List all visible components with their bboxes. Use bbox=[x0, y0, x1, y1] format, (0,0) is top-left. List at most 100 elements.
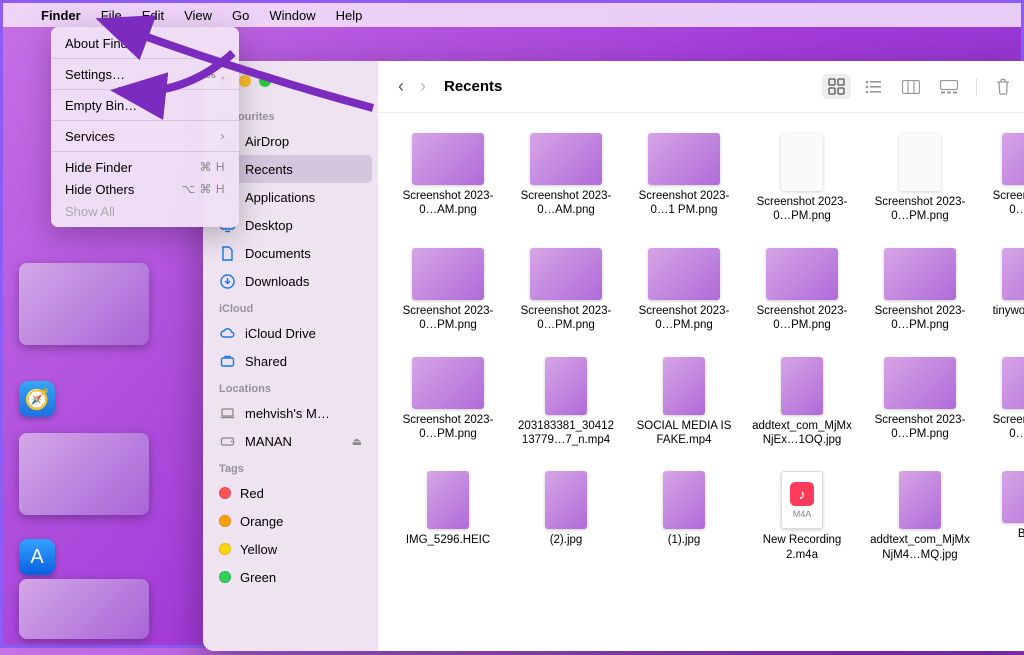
chevron-right-icon: › bbox=[221, 129, 226, 143]
file-item[interactable]: Blank… bbox=[988, 471, 1024, 562]
file-thumbnail bbox=[663, 471, 705, 529]
file-item[interactable]: Screenshot 2023-0…AM.png bbox=[516, 133, 616, 224]
file-thumbnail bbox=[899, 133, 941, 191]
file-item[interactable]: Screenshot 2023-0…PM.png bbox=[516, 248, 616, 333]
sidebar-head-icloud: iCloud bbox=[209, 295, 378, 319]
menu-services[interactable]: Services› bbox=[51, 125, 239, 147]
file-name: addtext_com_MjMxNjEx…1OQ.jpg bbox=[752, 419, 852, 448]
file-name: Screenshot 2023-0…AM.png bbox=[398, 189, 498, 218]
file-item[interactable]: ♪M4ANew Recording 2.m4a bbox=[752, 471, 852, 562]
file-name: (1).jpg bbox=[668, 533, 701, 547]
disk-icon bbox=[219, 433, 236, 450]
file-thumbnail bbox=[1002, 133, 1024, 185]
desktop-window-thumbs-3 bbox=[19, 579, 159, 655]
sidebar-item-label: Yellow bbox=[240, 542, 277, 557]
menu-hide-finder[interactable]: Hide Finder⌘ H bbox=[51, 156, 239, 178]
menu-help[interactable]: Help bbox=[326, 3, 373, 27]
file-thumbnail bbox=[545, 471, 587, 529]
menu-bar: Finder File Edit View Go Window Help bbox=[3, 3, 1021, 27]
file-item[interactable]: (1).jpg bbox=[634, 471, 734, 562]
sidebar-tag-yellow[interactable]: Yellow bbox=[209, 535, 372, 563]
sidebar-item-label: Desktop bbox=[245, 218, 293, 233]
file-item[interactable]: Screenshot 2023-0…PM.png bbox=[870, 357, 970, 448]
view-icons-button[interactable] bbox=[822, 74, 851, 99]
sidebar-item-mehvish-s-m-[interactable]: mehvish's M… bbox=[209, 399, 372, 427]
fullscreen-button[interactable] bbox=[259, 75, 271, 87]
file-name: addtext_com_MjMxNjM4…MQ.jpg bbox=[870, 533, 970, 562]
sidebar-item-label: Applications bbox=[245, 190, 315, 205]
view-columns-button[interactable] bbox=[896, 76, 926, 98]
sidebar-item-label: MANAN bbox=[245, 434, 292, 449]
file-name: Screenshot 2023-0…PM.png bbox=[398, 413, 498, 442]
menu-app-name[interactable]: Finder bbox=[31, 3, 91, 27]
file-name: Screenshot 2023-0…PM.png bbox=[870, 413, 970, 442]
view-list-button[interactable] bbox=[859, 76, 888, 98]
sidebar-item-downloads[interactable]: Downloads bbox=[209, 267, 372, 295]
file-item[interactable]: SOCIAL MEDIA IS FAKE.mp4 bbox=[634, 357, 734, 448]
menu-view[interactable]: View bbox=[174, 3, 222, 27]
file-item[interactable]: Screenshot 2023-0…PM.png bbox=[988, 357, 1024, 448]
file-item[interactable]: tinywow_94_31… bbox=[988, 248, 1024, 333]
menu-file[interactable]: File bbox=[91, 3, 132, 27]
menu-settings[interactable]: Settings…⌘ , bbox=[51, 63, 239, 85]
nav-back-button[interactable]: ‹ bbox=[394, 76, 408, 97]
dock-appstore-icon[interactable]: A bbox=[19, 539, 55, 575]
sidebar-tag-green[interactable]: Green bbox=[209, 563, 372, 591]
menu-hide-others[interactable]: Hide Others⌥ ⌘ H bbox=[51, 178, 239, 200]
file-thumbnail bbox=[648, 248, 720, 300]
sidebar-item-documents[interactable]: Documents bbox=[209, 239, 372, 267]
sidebar-tag-orange[interactable]: Orange bbox=[209, 507, 372, 535]
file-thumbnail bbox=[412, 133, 484, 185]
file-name: Screenshot 2023-0…PM.png bbox=[988, 413, 1024, 442]
sidebar-head-locations: Locations bbox=[209, 375, 378, 399]
file-item[interactable]: Screenshot 2023-0…PM.png bbox=[752, 133, 852, 224]
file-item[interactable]: Screenshot 2023-0…PM.png bbox=[988, 133, 1024, 224]
dock-safari-icon[interactable]: 🧭 bbox=[19, 381, 55, 417]
file-thumbnail bbox=[884, 357, 956, 409]
file-item[interactable]: Screenshot 2023-0…PM.png bbox=[870, 248, 970, 333]
file-thumbnail bbox=[412, 248, 484, 300]
file-item[interactable]: Screenshot 2023-0…1 PM.png bbox=[634, 133, 734, 224]
file-name: (2).jpg bbox=[550, 533, 583, 547]
menu-go[interactable]: Go bbox=[222, 3, 259, 27]
file-item[interactable]: addtext_com_MjMxNjEx…1OQ.jpg bbox=[752, 357, 852, 448]
menu-edit[interactable]: Edit bbox=[132, 3, 174, 27]
desktop-thumb[interactable] bbox=[19, 433, 149, 515]
file-item[interactable]: (2).jpg bbox=[516, 471, 616, 562]
nav-forward-button: › bbox=[416, 76, 430, 97]
file-thumbnail bbox=[1002, 357, 1024, 409]
file-name: IMG_5296.HEIC bbox=[406, 533, 490, 547]
sidebar-item-icloud-drive[interactable]: iCloud Drive bbox=[209, 319, 372, 347]
file-item[interactable]: addtext_com_MjMxNjM4…MQ.jpg bbox=[870, 471, 970, 562]
sidebar-item-shared[interactable]: Shared bbox=[209, 347, 372, 375]
file-item[interactable]: Screenshot 2023-0…PM.png bbox=[634, 248, 734, 333]
eject-icon[interactable]: ⏏ bbox=[352, 435, 362, 448]
file-item[interactable]: IMG_5296.HEIC bbox=[398, 471, 498, 562]
minimize-button[interactable] bbox=[239, 75, 251, 87]
trash-button[interactable] bbox=[989, 74, 1017, 99]
shared-icon bbox=[219, 353, 236, 370]
file-name: SOCIAL MEDIA IS FAKE.mp4 bbox=[634, 419, 734, 448]
file-thumbnail bbox=[530, 248, 602, 300]
file-grid[interactable]: Screenshot 2023-0…AM.pngScreenshot 2023-… bbox=[378, 113, 1024, 651]
file-name: Screenshot 2023-0…1 PM.png bbox=[634, 189, 734, 218]
desktop-window-thumbs-2 bbox=[19, 433, 159, 531]
menu-about-finder[interactable]: About Finder bbox=[51, 32, 239, 54]
file-item[interactable]: Screenshot 2023-0…PM.png bbox=[870, 133, 970, 224]
file-item[interactable]: Screenshot 2023-0…PM.png bbox=[752, 248, 852, 333]
sidebar-head-tags: Tags bbox=[209, 455, 378, 479]
desktop-thumb[interactable] bbox=[19, 263, 149, 345]
file-item[interactable]: Screenshot 2023-0…PM.png bbox=[398, 248, 498, 333]
menu-empty-bin[interactable]: Empty Bin… bbox=[51, 94, 239, 116]
file-thumbnail bbox=[1002, 471, 1024, 523]
file-item[interactable]: Screenshot 2023-0…AM.png bbox=[398, 133, 498, 224]
sidebar-item-manan[interactable]: MANAN ⏏ bbox=[209, 427, 372, 455]
view-gallery-button[interactable] bbox=[934, 76, 964, 98]
file-item[interactable]: Screenshot 2023-0…PM.png bbox=[398, 357, 498, 448]
file-item[interactable]: 203183381_3041213779…7_n.mp4 bbox=[516, 357, 616, 448]
sidebar-item-label: Recents bbox=[245, 162, 293, 177]
sidebar-tag-red[interactable]: Red bbox=[209, 479, 372, 507]
window-title: Recents bbox=[444, 78, 502, 95]
menu-window[interactable]: Window bbox=[259, 3, 325, 27]
desktop-thumb[interactable] bbox=[19, 579, 149, 639]
